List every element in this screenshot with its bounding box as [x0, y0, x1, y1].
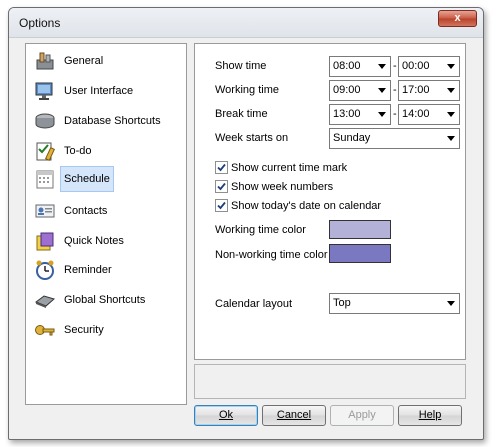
sidebar-item-reminder[interactable]: Reminder — [34, 256, 184, 283]
show-time-from-select[interactable]: 08:00 — [329, 56, 391, 77]
database-icon — [34, 110, 56, 132]
break-time-label: Break time — [215, 108, 268, 120]
sidebar-item-label: Global Shortcuts — [64, 293, 146, 306]
show-todays-date-checkbox[interactable]: Show today's date on calendar — [215, 199, 381, 212]
close-icon: x — [454, 12, 461, 24]
apply-button[interactable]: Apply — [330, 405, 394, 426]
checkbox-box[interactable] — [215, 161, 228, 174]
notes-icon — [34, 230, 56, 252]
sidebar-item-label: To-do — [64, 144, 92, 157]
show-time-to-value: 00:00 — [402, 60, 430, 72]
chevron-down-icon — [378, 88, 386, 93]
status-panel — [194, 364, 466, 399]
sidebar-item-label: Security — [64, 323, 104, 336]
checkbox-box[interactable] — [215, 180, 228, 193]
break-time-from-select[interactable]: 13:00 — [329, 104, 391, 125]
alarm-clock-icon — [34, 259, 56, 281]
sidebar-item-contacts[interactable]: Contacts — [34, 197, 184, 224]
week-starts-label: Week starts on — [215, 132, 289, 144]
checkbox-label: Show current time mark — [231, 161, 348, 174]
show-week-numbers-checkbox[interactable]: Show week numbers — [215, 180, 333, 193]
nonworking-color-label: Non-working time color — [215, 249, 328, 261]
sidebar-item-security[interactable]: Security — [34, 316, 184, 343]
calendar-icon — [34, 168, 56, 190]
break-time-to-select[interactable]: 14:00 — [398, 104, 460, 125]
working-time-from-select[interactable]: 09:00 — [329, 80, 391, 101]
calendar-layout-label: Calendar layout — [215, 298, 293, 310]
window-title: Options — [19, 16, 61, 30]
sidebar-item-label: User Interface — [64, 84, 134, 97]
title-bar: Options x — [9, 8, 483, 38]
working-time-to-value: 17:00 — [402, 84, 430, 96]
calendar-layout-value: Top — [333, 297, 351, 309]
monitor-icon — [34, 80, 56, 102]
checkbox-label: Show week numbers — [231, 180, 334, 193]
show-time-from-value: 08:00 — [333, 60, 361, 72]
sidebar-item-label: Quick Notes — [64, 234, 124, 247]
checklist-icon — [34, 140, 56, 162]
chevron-down-icon — [447, 112, 455, 117]
checkmark-icon — [217, 201, 226, 210]
sidebar-item-label: Schedule — [60, 165, 114, 192]
contact-card-icon — [34, 200, 56, 222]
sidebar-item-quick-notes[interactable]: Quick Notes — [34, 227, 184, 254]
working-time-from-value: 09:00 — [333, 84, 361, 96]
tools-icon — [34, 50, 56, 72]
sidebar-item-user-interface[interactable]: User Interface — [34, 77, 184, 104]
checkbox-box[interactable] — [215, 199, 228, 212]
chevron-down-icon — [447, 301, 455, 306]
working-time-to-select[interactable]: 17:00 — [398, 80, 460, 101]
show-time-label: Show time — [215, 60, 267, 72]
sidebar-item-label: Reminder — [64, 263, 112, 276]
show-current-time-mark-checkbox[interactable]: Show current time mark — [215, 161, 347, 174]
sidebar-item-general[interactable]: General — [34, 47, 184, 74]
sidebar-item-schedule[interactable]: Schedule — [34, 165, 184, 192]
nonworking-color-swatch[interactable] — [329, 244, 391, 263]
chevron-down-icon — [378, 64, 386, 69]
sidebar-item-global-shortcuts[interactable]: Global Shortcuts — [34, 286, 184, 313]
checkmark-icon — [217, 182, 226, 191]
cancel-button[interactable]: Cancel — [262, 405, 326, 426]
close-button[interactable]: x — [438, 10, 477, 27]
checkmark-icon — [217, 163, 226, 172]
calendar-layout-select[interactable]: Top — [329, 293, 460, 314]
working-time-label: Working time — [215, 84, 279, 96]
show-time-to-select[interactable]: 00:00 — [398, 56, 460, 77]
sidebar-item-label: General — [64, 54, 104, 67]
sidebar-item-label: Contacts — [64, 204, 108, 217]
sidebar-item-to-do[interactable]: To-do — [34, 137, 184, 164]
range-separator: - — [393, 108, 397, 120]
chevron-down-icon — [447, 136, 455, 141]
chevron-down-icon — [378, 112, 386, 117]
chevron-down-icon — [447, 88, 455, 93]
options-sidebar: General User Interface Database Shortcut… — [25, 43, 187, 405]
ok-button[interactable]: Ok — [194, 405, 258, 426]
schedule-settings-panel: Show time 08:00 - 00:00 Working time 09:… — [194, 43, 466, 360]
sidebar-item-database-shortcuts[interactable]: Database Shortcuts — [34, 107, 184, 134]
keyboard-icon — [34, 289, 56, 311]
working-color-swatch[interactable] — [329, 220, 391, 239]
range-separator: - — [393, 60, 397, 72]
key-icon — [34, 319, 56, 341]
chevron-down-icon — [447, 64, 455, 69]
range-separator: - — [393, 84, 397, 96]
help-button[interactable]: Help — [398, 405, 462, 426]
week-starts-value: Sunday — [333, 132, 371, 144]
working-color-label: Working time color — [215, 224, 306, 236]
week-starts-select[interactable]: Sunday — [329, 128, 460, 149]
break-time-to-value: 14:00 — [402, 108, 430, 120]
sidebar-item-label: Database Shortcuts — [64, 114, 161, 127]
break-time-from-value: 13:00 — [333, 108, 361, 120]
checkbox-label: Show today's date on calendar — [231, 199, 382, 212]
